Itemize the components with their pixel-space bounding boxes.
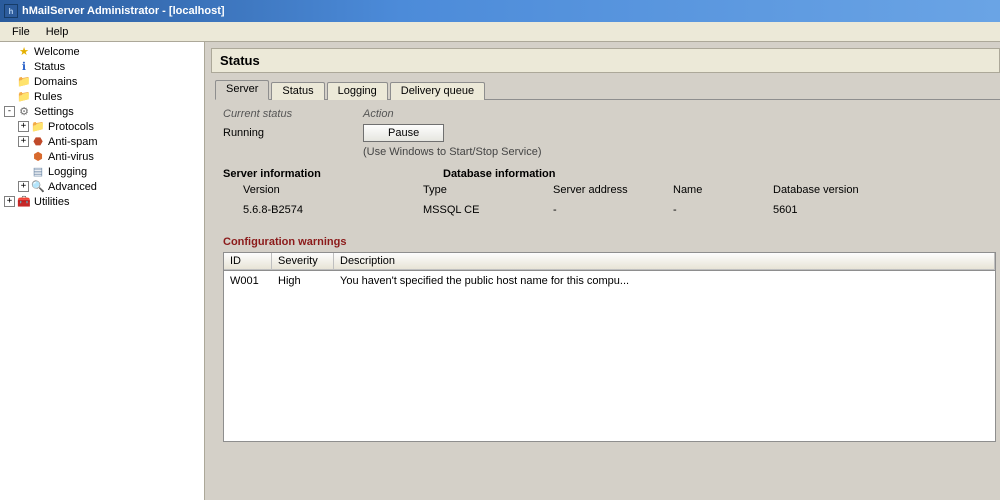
value-server-addr: - [553, 204, 673, 216]
warning-id: W001 [224, 273, 272, 289]
tab-status[interactable]: Status [271, 82, 324, 100]
tree-label: Advanced [48, 181, 97, 193]
warning-row[interactable]: W001 High You haven't specified the publ… [224, 271, 995, 291]
tab-logging[interactable]: Logging [327, 82, 388, 100]
page-title: Status [220, 53, 991, 68]
tree-logging[interactable]: + ▤ Logging [2, 164, 204, 179]
label-version: Version [223, 184, 423, 196]
tree-expand-icon[interactable]: + [4, 196, 15, 207]
content-pane: Status Server Status Logging Delivery qu… [205, 42, 1000, 500]
value-db-type: MSSQL CE [423, 204, 553, 216]
current-status-value: Running [223, 127, 363, 139]
bug-icon: ⬢ [31, 150, 45, 164]
document-icon: ▤ [31, 165, 45, 179]
folder-icon: 📁 [17, 90, 31, 104]
tree-label: Anti-spam [48, 136, 98, 148]
tree-label: Welcome [34, 46, 80, 58]
label-db-version: Database version [773, 184, 913, 196]
tree-expander-blank: + [18, 151, 29, 162]
tree-label: Domains [34, 76, 77, 88]
tree-utilities[interactable]: + 🧰 Utilities [2, 194, 204, 209]
service-tip: (Use Windows to Start/Stop Service) [363, 146, 542, 158]
tree-antivirus[interactable]: + ⬢ Anti-virus [2, 149, 204, 164]
tree-domains[interactable]: + 📁 Domains [2, 74, 204, 89]
tab-delivery-queue[interactable]: Delivery queue [390, 82, 485, 100]
tree-protocols[interactable]: + 📁 Protocols [2, 119, 204, 134]
toolbox-icon: 🧰 [17, 195, 31, 209]
folder-icon: 📁 [31, 120, 45, 134]
tree-collapse-icon[interactable]: - [4, 106, 15, 117]
tree-expander-blank: + [4, 91, 15, 102]
tree-antispam[interactable]: + ⬣ Anti-spam [2, 134, 204, 149]
star-icon: ★ [17, 45, 31, 59]
tree-expander-blank: + [18, 166, 29, 177]
warning-description: You haven't specified the public host na… [334, 273, 995, 289]
server-info-header: Server information [223, 168, 443, 180]
page-heading-bar: Status [211, 48, 1000, 73]
tree-welcome[interactable]: + ★ Welcome [2, 44, 204, 59]
tab-strip: Server Status Logging Delivery queue [215, 79, 1000, 99]
warning-severity: High [272, 273, 334, 289]
menu-bar: File Help [0, 22, 1000, 42]
tree-label: Settings [34, 106, 74, 118]
menu-help[interactable]: Help [38, 24, 77, 40]
title-bar: h hMailServer Administrator - [localhost… [0, 0, 1000, 22]
warnings-table-header: ID Severity Description [224, 253, 995, 271]
col-description[interactable]: Description [334, 253, 995, 270]
value-version: 5.6.8-B2574 [223, 204, 423, 216]
tree-label: Status [34, 61, 65, 73]
info-icon: ℹ [17, 60, 31, 74]
menu-file[interactable]: File [4, 24, 38, 40]
value-db-name: - [673, 204, 773, 216]
tree-expander-blank: + [4, 46, 15, 57]
app-icon: h [4, 4, 18, 18]
label-db-type: Type [423, 184, 553, 196]
label-db-name: Name [673, 184, 773, 196]
pause-button[interactable]: Pause [363, 124, 444, 142]
tree-settings[interactable]: - ⚙ Settings [2, 104, 204, 119]
tab-server[interactable]: Server [215, 80, 269, 100]
tree-label: Rules [34, 91, 62, 103]
db-info-header: Database information [443, 168, 555, 180]
tree-advanced[interactable]: + 🔍 Advanced [2, 179, 204, 194]
tree-label: Protocols [48, 121, 94, 133]
tree-label: Logging [48, 166, 87, 178]
label-server-addr: Server address [553, 184, 673, 196]
config-warnings-heading: Configuration warnings [223, 236, 1000, 248]
window-title: hMailServer Administrator - [localhost] [22, 5, 225, 17]
magnifier-icon: 🔍 [31, 180, 45, 194]
current-status-label: Current status [223, 108, 363, 120]
action-label: Action [363, 108, 523, 120]
folder-icon: 📁 [17, 75, 31, 89]
col-id[interactable]: ID [224, 253, 272, 270]
tree-rules[interactable]: + 📁 Rules [2, 89, 204, 104]
tree-label: Utilities [34, 196, 69, 208]
shield-icon: ⬣ [31, 135, 45, 149]
tree-expander-blank: + [4, 61, 15, 72]
tree-expander-blank: + [4, 76, 15, 87]
col-severity[interactable]: Severity [272, 253, 334, 270]
value-db-version: 5601 [773, 204, 913, 216]
nav-tree: + ★ Welcome + ℹ Status + 📁 Domains + 📁 R… [0, 42, 205, 500]
tree-label: Anti-virus [48, 151, 94, 163]
gear-icon: ⚙ [17, 105, 31, 119]
tree-expand-icon[interactable]: + [18, 136, 29, 147]
tab-body-server: Current status Action Running Pause (Use… [215, 99, 1000, 500]
tree-expand-icon[interactable]: + [18, 121, 29, 132]
warnings-table: ID Severity Description W001 High You ha… [223, 252, 996, 442]
tree-status[interactable]: + ℹ Status [2, 59, 204, 74]
tree-expand-icon[interactable]: + [18, 181, 29, 192]
